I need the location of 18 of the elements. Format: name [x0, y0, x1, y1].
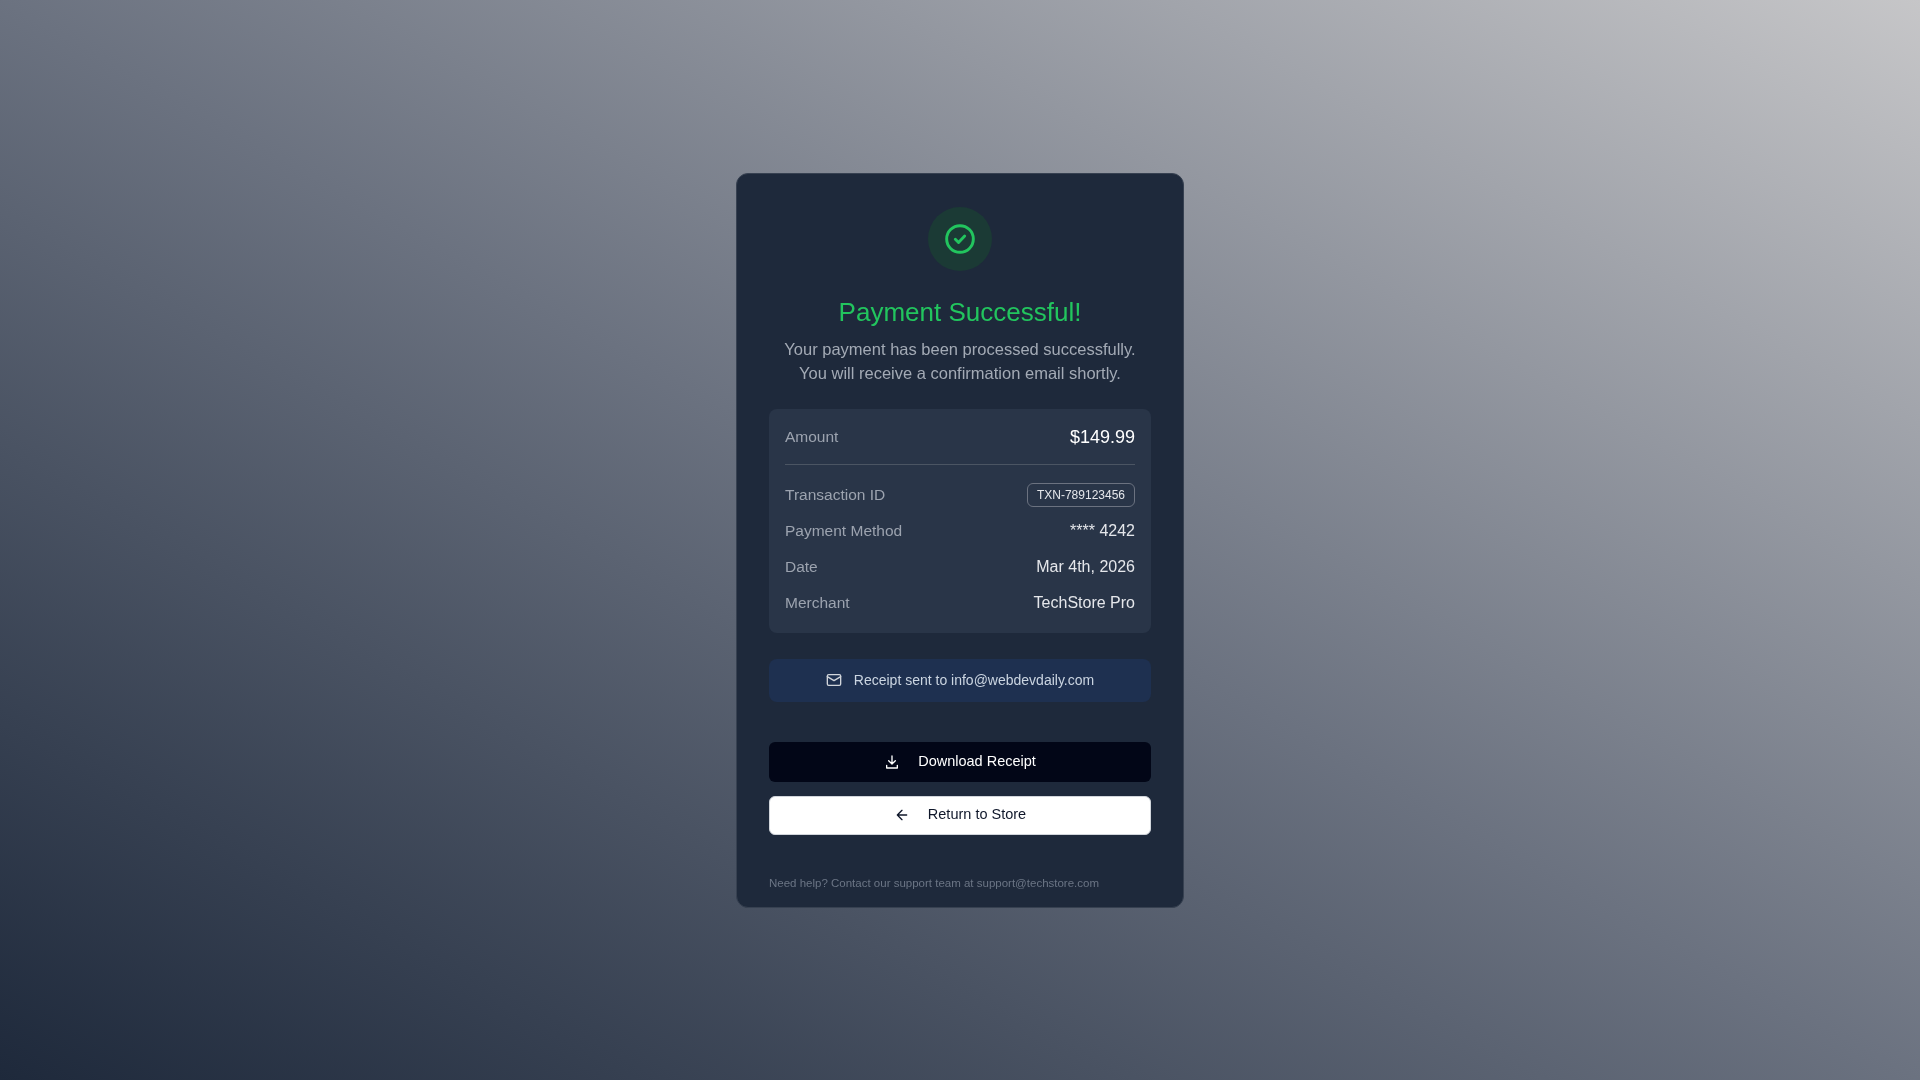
return-to-store-button[interactable]: Return to Store — [769, 795, 1151, 835]
help-text: Need help? Contact our support team at support@techstore.com — [769, 875, 1101, 891]
detail-label: Merchant — [785, 592, 850, 613]
success-title: Payment Successful! — [838, 295, 1082, 329]
detail-label: Amount — [785, 427, 839, 448]
detail-label: Date — [785, 556, 818, 577]
detail-label: Payment Method — [785, 520, 903, 541]
amount-value: $149.99 — [1069, 425, 1135, 449]
detail-label: Transaction ID — [785, 484, 886, 505]
detail-value: **** 4242 — [1070, 520, 1135, 541]
detail-value: Mar 4th, 2026 — [1036, 556, 1135, 577]
detail-value: TechStore Pro — [1033, 592, 1135, 613]
mail-icon — [825, 672, 842, 688]
success-message: Your payment has been processed successfully. You will receive a confirmation email shortly. — [783, 338, 1137, 384]
notice-text: Receipt sent to info@webdevdaily.com — [853, 670, 1095, 690]
transaction-badge: TXN-789123456 — [1026, 482, 1135, 507]
download-icon — [884, 753, 901, 770]
download-receipt-button[interactable]: Download Receipt — [769, 741, 1151, 782]
